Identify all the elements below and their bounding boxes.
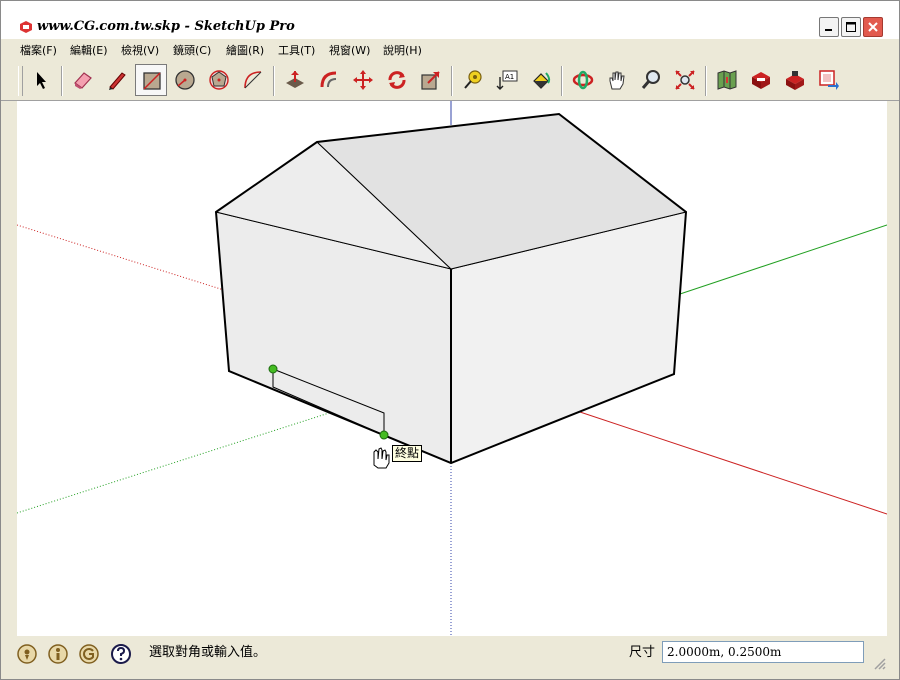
- zoom-extents-tool-button[interactable]: [669, 64, 701, 96]
- app-window: www.CG.com.tw.skp - SketchUp Pro 檔案(F) 編…: [0, 0, 900, 680]
- measurements-label: 尺寸: [629, 645, 656, 660]
- model-canvas: [17, 101, 887, 636]
- paint-bucket-tool-button[interactable]: [525, 64, 557, 96]
- line-tool-button[interactable]: [101, 64, 133, 96]
- tape-measure-icon: [464, 70, 482, 89]
- rectangle-cursor-icon: [373, 447, 390, 469]
- paint-bucket-icon: [533, 72, 551, 89]
- window-title: www.CG.com.tw.skp - SketchUp Pro: [37, 19, 295, 34]
- title-bar[interactable]: www.CG.com.tw.skp - SketchUp Pro: [1, 1, 899, 39]
- polygon-tool-button[interactable]: [203, 64, 235, 96]
- menu-window[interactable]: 視窗(W): [329, 43, 370, 59]
- orbit-tool-button[interactable]: [567, 64, 599, 96]
- scale-icon: [421, 71, 440, 90]
- maximize-icon: [846, 22, 856, 32]
- toolbar-separator: [561, 66, 563, 96]
- endpoint-marker-active: [379, 430, 389, 440]
- pan-hand-icon: [609, 71, 625, 90]
- circle-icon: [175, 70, 195, 90]
- menu-help[interactable]: 說明(H): [383, 43, 422, 59]
- menu-camera[interactable]: 鏡頭(C): [173, 43, 211, 59]
- scale-tool-button[interactable]: [415, 64, 447, 96]
- sketchup-logo-icon: [20, 21, 32, 33]
- follow-me-tool-button[interactable]: [313, 64, 345, 96]
- menu-view[interactable]: 檢視(V): [121, 43, 159, 59]
- maximize-button[interactable]: [841, 17, 861, 37]
- warehouse-share-icon: [786, 71, 804, 90]
- warehouse-get-button[interactable]: [745, 64, 777, 96]
- inference-tooltip: 終點: [392, 445, 423, 462]
- zoom-tool-button[interactable]: [635, 64, 667, 96]
- text-tool-icon: A1: [496, 70, 518, 90]
- red-axis-dotted: [17, 224, 228, 292]
- main-toolbar: A1: [1, 62, 899, 101]
- status-bar: 選取對角或輸入值。 尺寸 2.0000m, 0.2500m: [1, 639, 899, 679]
- rotate-tool-button[interactable]: [381, 64, 413, 96]
- sign-in-icon[interactable]: [78, 643, 100, 665]
- select-tool-button[interactable]: [25, 64, 57, 96]
- text-tool-label: A1: [505, 73, 514, 81]
- zoom-icon: [641, 70, 660, 89]
- resize-grip-icon[interactable]: [873, 657, 887, 671]
- tape-measure-tool-button[interactable]: [457, 64, 489, 96]
- move-tool-button[interactable]: [347, 64, 379, 96]
- eraser-tool-button[interactable]: [67, 64, 99, 96]
- arrow-cursor-icon: [37, 72, 46, 89]
- endpoint-marker: [268, 364, 278, 374]
- help-icon[interactable]: [110, 643, 132, 665]
- measurements-input[interactable]: 2.0000m, 0.2500m: [662, 641, 864, 663]
- zoom-extents-icon: [675, 70, 695, 90]
- minimize-icon: [825, 29, 832, 31]
- menu-tools[interactable]: 工具(T): [278, 43, 315, 59]
- toolbar-separator: [451, 66, 453, 96]
- orbit-icon: [572, 70, 594, 90]
- close-button[interactable]: [863, 17, 883, 37]
- menu-bar: 檔案(F) 編輯(E) 檢視(V) 鏡頭(C) 繪圖(R) 工具(T) 視窗(W…: [1, 40, 899, 62]
- arc-tool-button[interactable]: [237, 64, 269, 96]
- status-message: 選取對角或輸入值。: [149, 645, 267, 660]
- menu-draw[interactable]: 繪圖(R): [226, 43, 264, 59]
- geo-location-icon[interactable]: [16, 643, 38, 665]
- pencil-icon: [109, 72, 126, 90]
- push-pull-tool-button[interactable]: [279, 64, 311, 96]
- eraser-icon: [74, 72, 92, 89]
- rectangle-icon: [143, 72, 161, 90]
- move-icon: [353, 70, 373, 90]
- toolbar-separator: [705, 66, 707, 96]
- follow-me-icon: [320, 71, 337, 88]
- map-icon: [717, 70, 737, 90]
- toolbar-separator: [61, 66, 63, 96]
- warehouse-share-button[interactable]: [779, 64, 811, 96]
- menu-edit[interactable]: 編輯(E): [70, 43, 108, 59]
- menu-file[interactable]: 檔案(F): [20, 43, 57, 59]
- toolbar-separator: [273, 66, 275, 96]
- green-axis-dotted: [17, 412, 330, 514]
- text-tool-button[interactable]: A1: [491, 64, 523, 96]
- polygon-icon: [209, 70, 229, 90]
- rectangle-tool-button[interactable]: [135, 64, 167, 96]
- share-arrow-icon: [819, 70, 839, 90]
- arc-icon: [244, 71, 262, 89]
- share-to-earth-button[interactable]: [813, 64, 845, 96]
- minimize-button[interactable]: [819, 17, 839, 37]
- red-axis-solid: [576, 410, 887, 515]
- credits-icon[interactable]: [47, 643, 69, 665]
- circle-tool-button[interactable]: [169, 64, 201, 96]
- close-icon: [868, 22, 878, 32]
- push-pull-icon: [286, 71, 304, 88]
- google-earth-button[interactable]: [711, 64, 743, 96]
- green-axis-solid: [676, 224, 887, 296]
- rotate-icon: [388, 71, 406, 89]
- 3d-viewport[interactable]: 終點: [17, 101, 887, 636]
- warehouse-get-icon: [752, 72, 770, 89]
- pan-tool-button[interactable]: [601, 64, 633, 96]
- toolbar-grip[interactable]: [18, 66, 23, 96]
